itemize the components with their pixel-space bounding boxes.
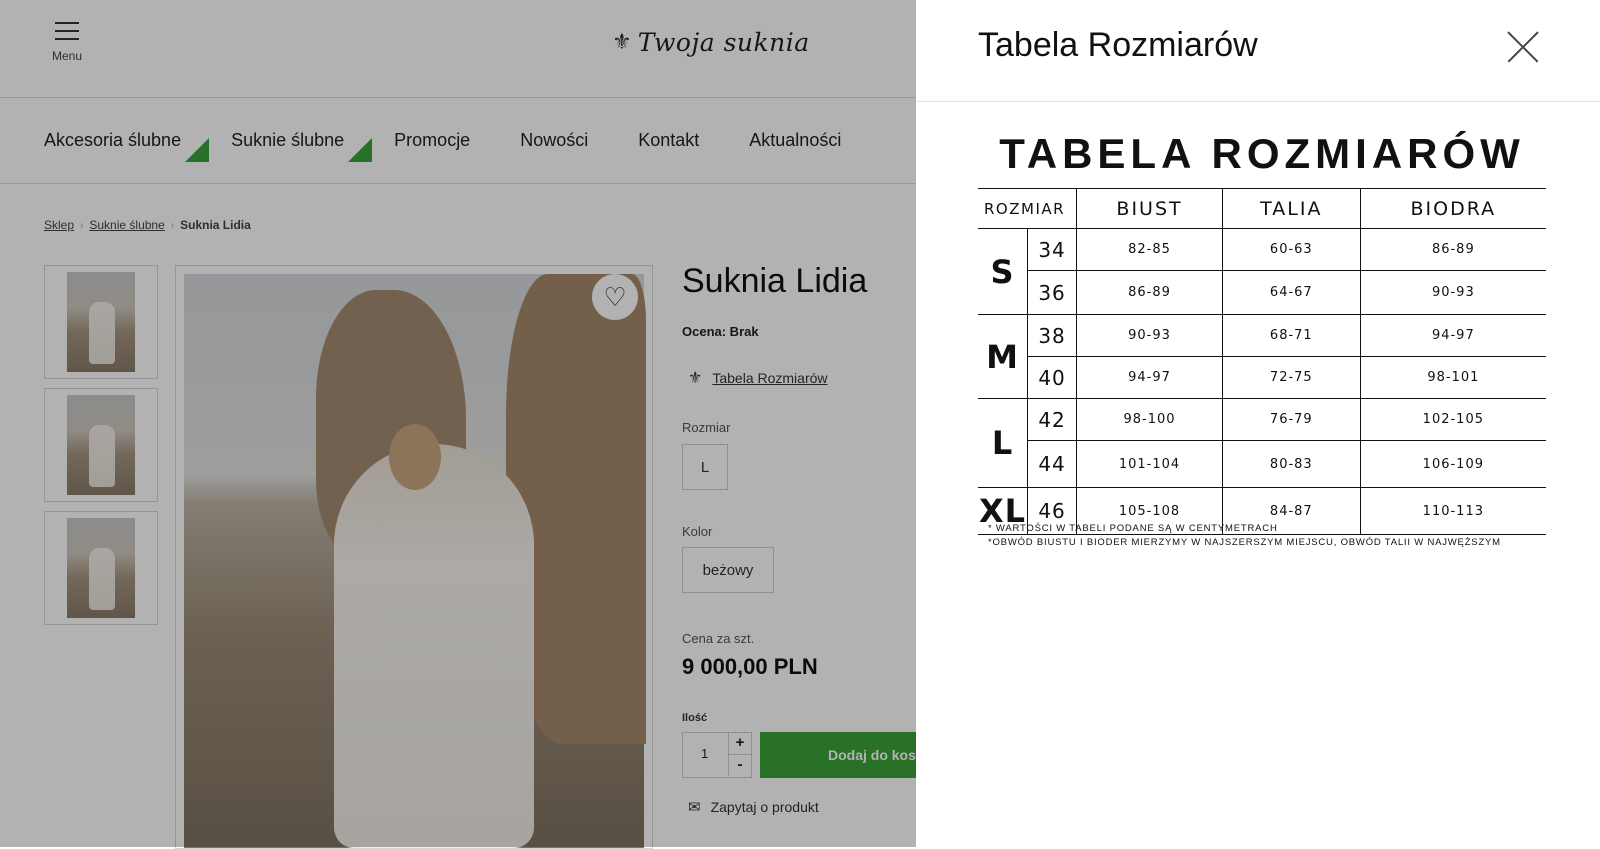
note-measuring: *OBWÓD BIUSTU I BIODER MIERZYMY W NAJSZE… <box>988 537 1501 548</box>
size-table: ROZMIAR BIUST TALIA BIODRA S 34 82-85 60… <box>978 188 1546 535</box>
bust-value: 101-104 <box>1076 440 1223 488</box>
hips-value: 94-97 <box>1360 314 1546 357</box>
size-group-label: S <box>978 228 1029 315</box>
size-table-notes: * WARTOŚCI W TABELI PODANE SĄ W CENTYMET… <box>988 522 1501 550</box>
table-row: 44 101-104 80-83 106-109 <box>978 440 1546 488</box>
modal-backdrop[interactable] <box>0 0 916 847</box>
product-page: Menu ⚜ Twoja suknia Akcesoria ślubne Suk… <box>0 0 1600 849</box>
hips-value: 86-89 <box>1360 228 1546 271</box>
table-row: L 42 98-100 76-79 102-105 <box>978 398 1546 488</box>
close-icon[interactable] <box>1506 30 1540 64</box>
drawer-title: Tabela Rozmiarów <box>978 26 1258 64</box>
table-row: 36 86-89 64-67 90-93 <box>978 270 1546 315</box>
size-number: 40 <box>1027 356 1078 399</box>
size-group-label: L <box>978 398 1029 488</box>
hips-value: 98-101 <box>1360 356 1546 399</box>
waist-value: 60-63 <box>1222 228 1361 271</box>
waist-value: 64-67 <box>1222 270 1361 315</box>
table-row: S 34 82-85 60-63 86-89 <box>978 228 1546 315</box>
drawer-divider <box>916 101 1600 102</box>
bust-value: 98-100 <box>1076 398 1223 441</box>
bust-value: 94-97 <box>1076 356 1223 399</box>
bust-value: 82-85 <box>1076 228 1223 271</box>
bust-value: 86-89 <box>1076 270 1223 315</box>
hips-value: 106-109 <box>1360 440 1546 488</box>
size-number: 38 <box>1027 314 1078 357</box>
waist-value: 68-71 <box>1222 314 1361 357</box>
waist-value: 76-79 <box>1222 398 1361 441</box>
hips-value: 90-93 <box>1360 270 1546 315</box>
header-hips: BIODRA <box>1360 188 1546 229</box>
hips-value: 102-105 <box>1360 398 1546 441</box>
header-waist: TALIA <box>1222 188 1361 229</box>
waist-value: 80-83 <box>1222 440 1361 488</box>
size-table-header: ROZMIAR BIUST TALIA BIODRA <box>978 188 1546 229</box>
table-row: 40 94-97 72-75 98-101 <box>978 356 1546 399</box>
size-chart-title: TABELA ROZMIARÓW <box>999 130 1525 177</box>
header-bust: BIUST <box>1076 188 1223 229</box>
note-units: * WARTOŚCI W TABELI PODANE SĄ W CENTYMET… <box>988 523 1278 534</box>
size-group-label: M <box>978 314 1029 399</box>
bust-value: 90-93 <box>1076 314 1223 357</box>
table-row: M 38 90-93 68-71 94-97 <box>978 314 1546 399</box>
size-number: 42 <box>1027 398 1078 441</box>
waist-value: 72-75 <box>1222 356 1361 399</box>
size-table-drawer: Tabela Rozmiarów TABELA ROZMIARÓW ROZMIA… <box>916 0 1600 847</box>
header-size: ROZMIAR <box>978 188 1078 229</box>
size-number: 44 <box>1027 440 1078 488</box>
size-number: 34 <box>1027 228 1078 271</box>
size-number: 36 <box>1027 270 1078 315</box>
